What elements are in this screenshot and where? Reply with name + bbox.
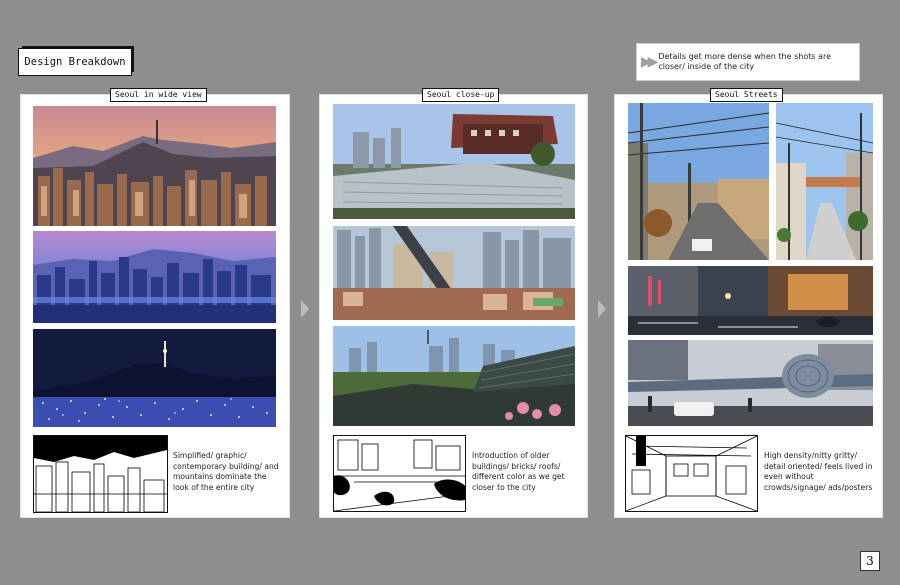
photo-bridge-buildings [333, 226, 575, 320]
caption-close-up: Introduction of older buildings/ bricks/… [472, 451, 565, 492]
photo-palace-roofs [333, 326, 575, 426]
chevron-right-icon [301, 300, 309, 318]
caption-streets: High density/nitty gritty/ detail orient… [764, 451, 873, 492]
page-number: 3 [860, 551, 880, 571]
photo-sunset-city [33, 106, 276, 226]
panel-label-close-up: Seoul close-up [422, 88, 500, 102]
sketch-streets [625, 435, 758, 512]
photo-street-wires [628, 103, 769, 260]
panel-label-streets: Seoul Streets [710, 88, 783, 102]
fast-forward-icon: ▶▶ [640, 54, 659, 70]
photo-night-street [628, 266, 873, 335]
photo-night-city [33, 329, 276, 427]
note-text: Details get more dense when the shots ar… [658, 52, 831, 71]
photo-alley [776, 103, 873, 260]
page-title: Design Breakdown [18, 48, 132, 76]
sketch-close-up [333, 435, 466, 512]
caption-wide-view: Simplified/ graphic/ contemporary buildi… [173, 451, 279, 492]
panel-label-wide-view: Seoul in wide view [110, 88, 207, 102]
title-text: Design Breakdown [24, 56, 126, 68]
photo-rooftops [333, 104, 575, 219]
photo-modern-street [628, 340, 873, 426]
sketch-wide-view [33, 435, 168, 513]
note-box: ▶▶ Details get more dense when the shots… [636, 43, 860, 81]
photo-dusk-city [33, 231, 276, 323]
chevron-right-icon [598, 300, 606, 318]
